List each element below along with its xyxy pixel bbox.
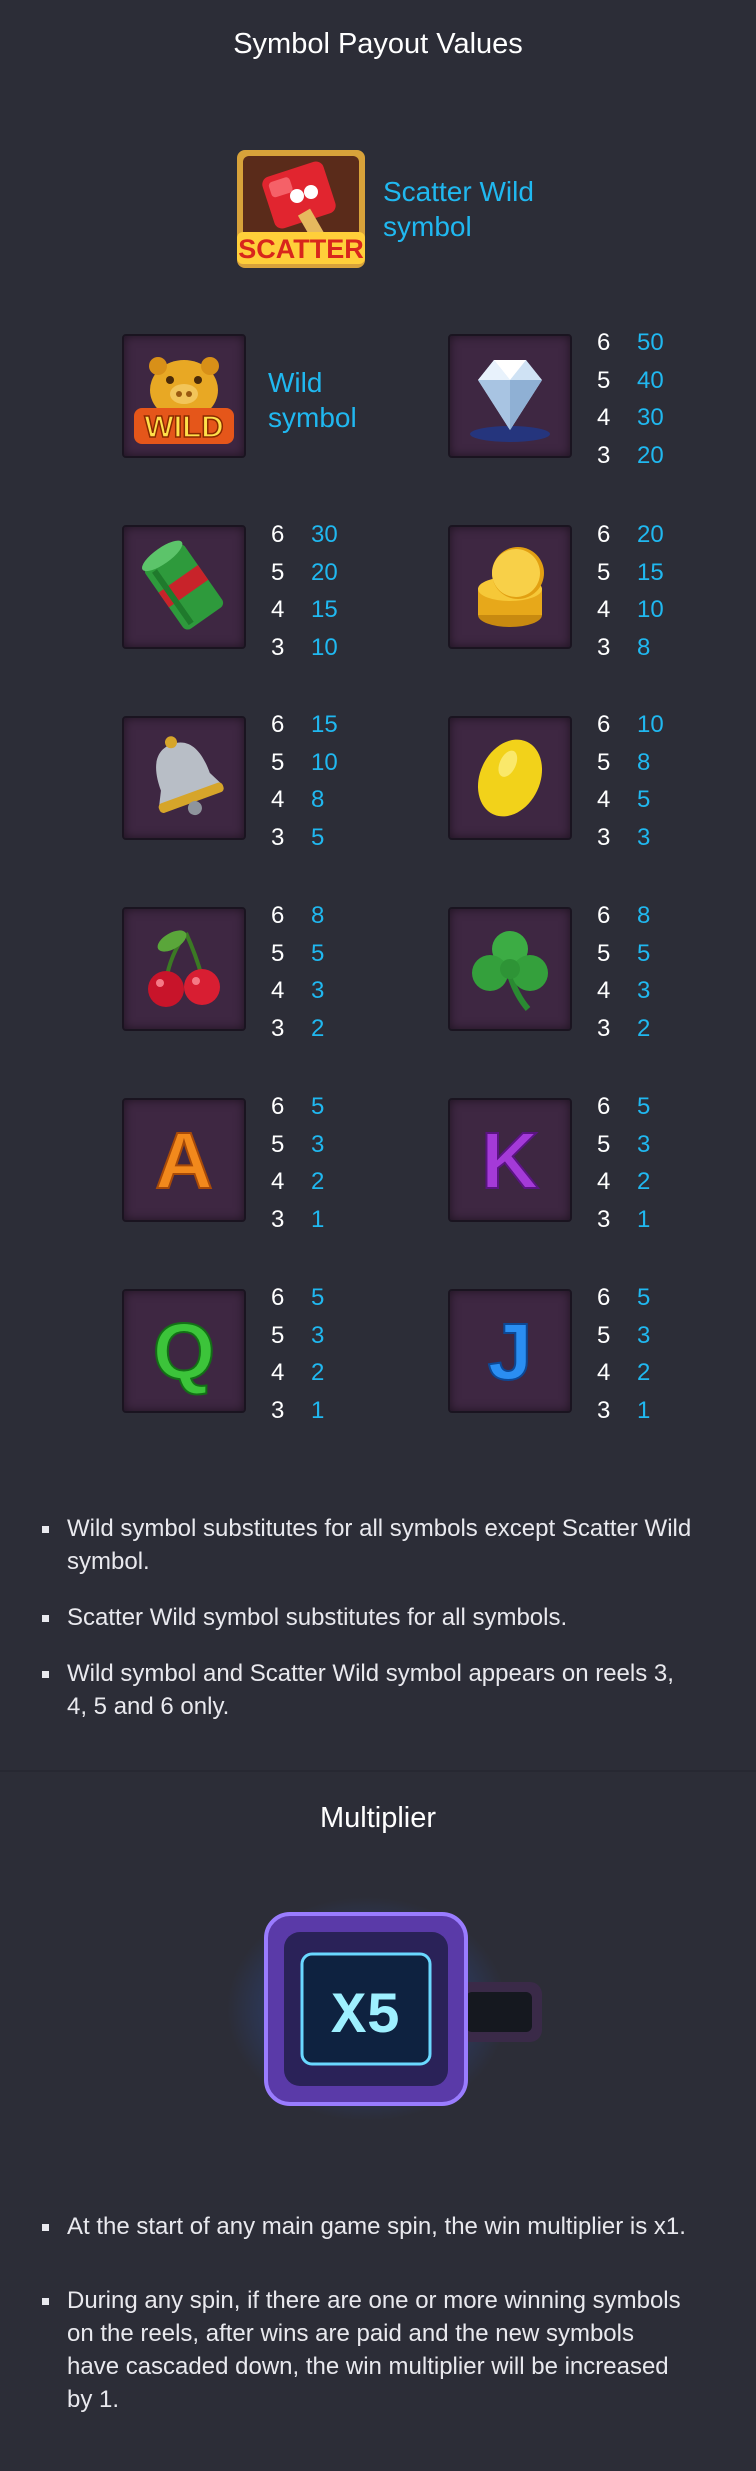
section-divider [0, 1770, 756, 1772]
svg-text:WILD: WILD [144, 409, 223, 444]
svg-text:Q: Q [153, 1307, 215, 1396]
wild-label: Wild symbol [268, 367, 357, 433]
diamond-payouts: 6 50 5 40 4 30 3 20 [597, 329, 664, 469]
payout-title: Symbol Payout Values [233, 28, 523, 60]
rule-item: Wild symbol and Scatter Wild symbol appe… [42, 1657, 692, 1723]
letter-a-symbol-tile: A [122, 1098, 246, 1222]
svg-text:A: A [155, 1116, 213, 1205]
diamond-icon [470, 360, 550, 442]
cash-roll-icon [142, 540, 224, 630]
letter-k-icon: K [480, 1115, 540, 1206]
gold-coins-icon [478, 547, 544, 627]
cash-roll-symbol-tile [122, 525, 246, 649]
cash-roll-payouts: 6 30 5 20 4 15 3 10 [271, 521, 338, 661]
svg-text:SCATTER: SCATTER [238, 234, 364, 264]
multiplier-rules-list: At the start of any main game spin, the … [42, 2210, 692, 2416]
scatter-symbol-icon: SCATTER [233, 146, 369, 272]
letter-a-icon: A [154, 1115, 214, 1206]
svg-text:X5: X5 [331, 1985, 401, 2050]
letter-j-payouts: 65 53 42 31 [597, 1284, 651, 1424]
svg-text:J: J [488, 1307, 533, 1396]
gold-coins-payouts: 6 20 5 15 4 10 38 [597, 521, 664, 661]
letter-q-icon: Q [152, 1306, 216, 1397]
cherry-payouts: 68 55 43 32 [271, 902, 325, 1042]
lemon-icon [477, 739, 543, 817]
scatter-label: Scatter Wild symbol [383, 176, 534, 242]
letter-j-symbol-tile: J [448, 1289, 572, 1413]
clover-payouts: 68 55 43 32 [597, 902, 651, 1042]
bell-payouts: 6 15 5 10 48 35 [271, 711, 338, 851]
multiplier-title: Multiplier [319, 1802, 437, 1834]
letter-q-payouts: 65 53 42 31 [271, 1284, 325, 1424]
rule-item: During any spin, if there are one or mor… [42, 2284, 692, 2416]
clover-icon [472, 931, 548, 1011]
rule-item: Wild symbol substitutes for all symbols … [42, 1512, 692, 1578]
letter-k-symbol-tile: K [448, 1098, 572, 1222]
clover-symbol-tile [448, 907, 572, 1031]
rule-item: At the start of any main game spin, the … [42, 2210, 692, 2243]
lemon-payouts: 6 10 58 45 33 [597, 711, 664, 851]
letter-q-symbol-tile: Q [122, 1289, 246, 1413]
letter-j-icon: J [487, 1306, 534, 1397]
letter-k-payouts: 65 53 42 31 [597, 1093, 651, 1233]
gold-coins-symbol-tile [448, 525, 572, 649]
bell-symbol-tile [122, 716, 246, 840]
wild-symbol-tile: WILD [122, 334, 246, 458]
wild-pig-icon: WILD [134, 357, 234, 445]
letter-a-payouts: 65 53 42 31 [271, 1093, 325, 1233]
lemon-symbol-tile [448, 716, 572, 840]
rule-item: Scatter Wild symbol substitutes for all … [42, 1601, 692, 1634]
bell-icon [156, 736, 224, 816]
cherry-symbol-tile [122, 907, 246, 1031]
multiplier-display-icon: X5 [222, 1894, 552, 2124]
cherry-icon [148, 930, 220, 1007]
payout-rules-list: Wild symbol substitutes for all symbols … [42, 1512, 692, 1723]
diamond-symbol-tile [448, 334, 572, 458]
svg-text:K: K [481, 1116, 539, 1205]
